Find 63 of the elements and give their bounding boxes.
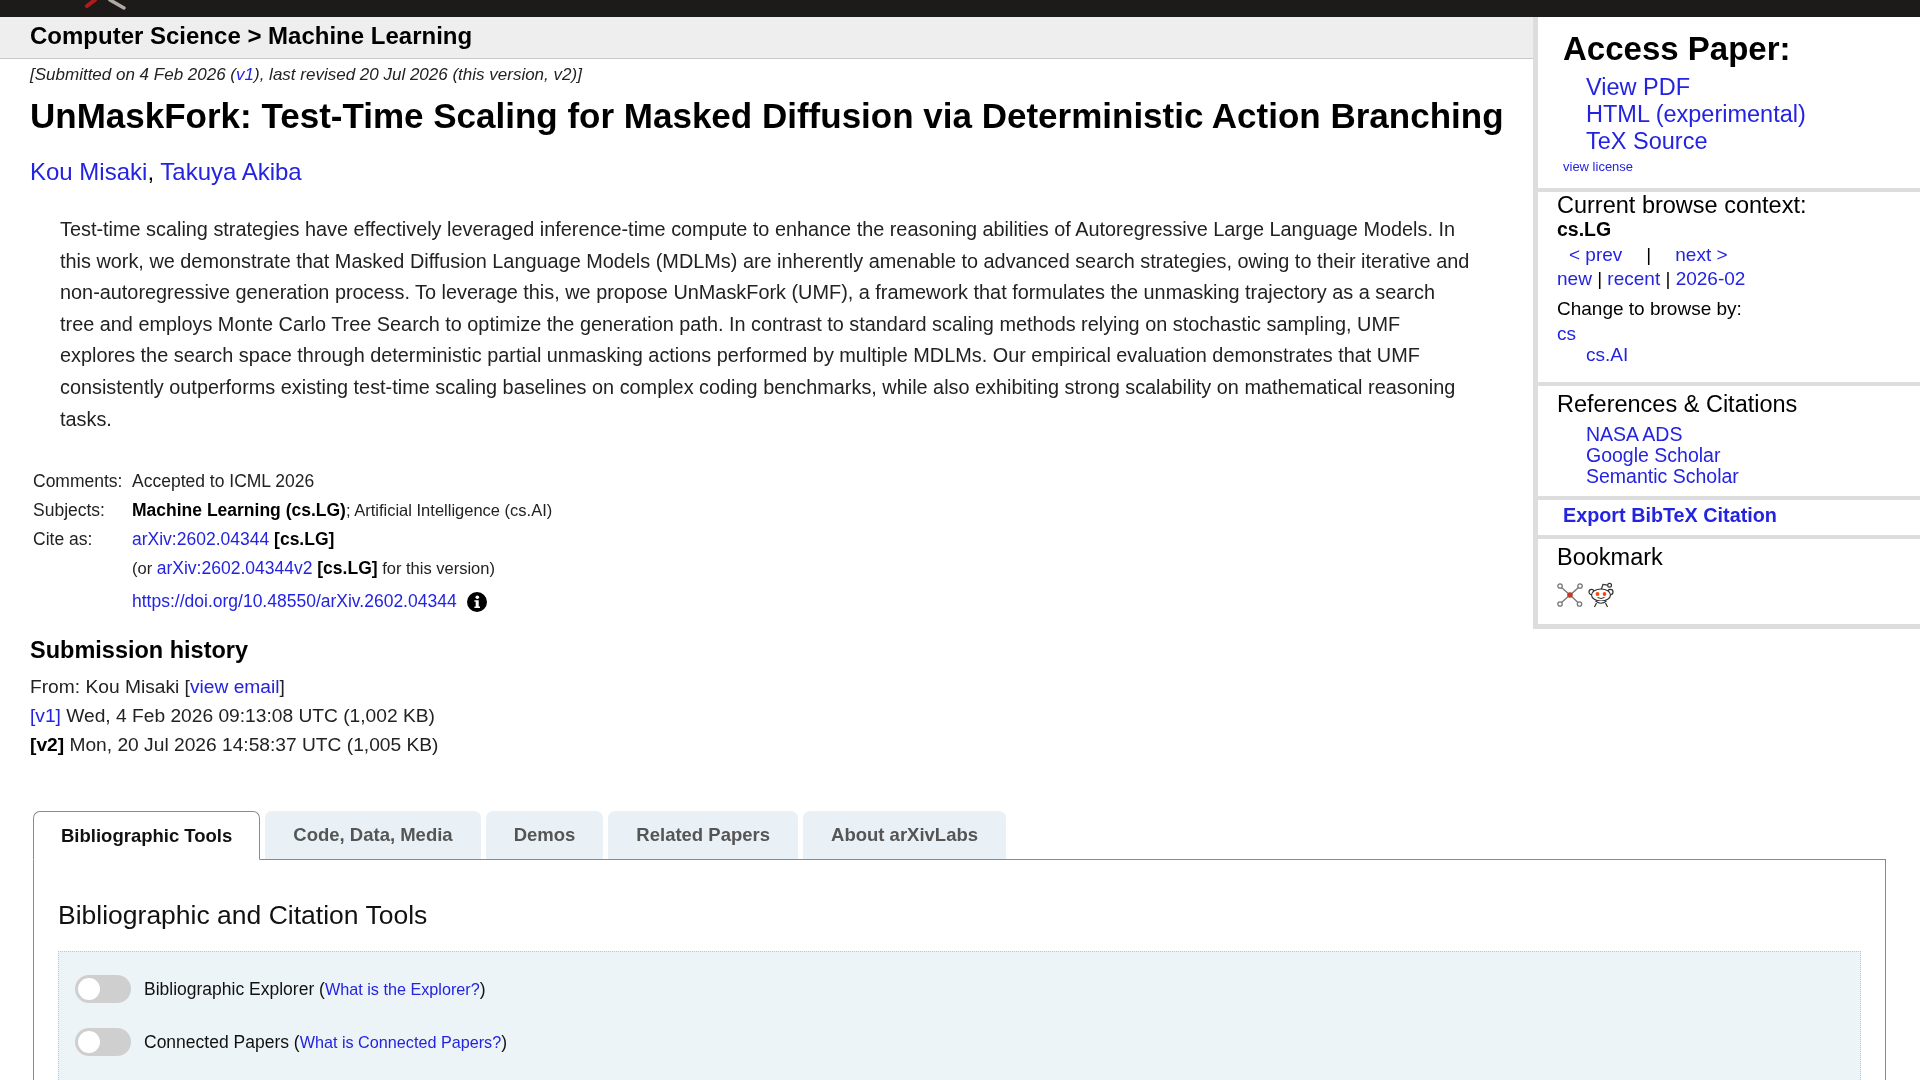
toggle-label: Connected Papers (What is Connected Papers?) (144, 1031, 508, 1053)
network-icon[interactable] (1557, 583, 1583, 607)
info-icon[interactable] (466, 591, 487, 612)
metadata-label: Subjects: (33, 500, 105, 521)
section-heading: Submission history (30, 636, 250, 665)
metadata-link[interactable]: https://doi.org/10.48550/arXiv.2602.04344 (132, 587, 457, 617)
listing-link[interactable]: 2026-02 (1675, 268, 1746, 289)
author-list: Kou Misaki, Takuya Akiba (30, 158, 1519, 186)
metadata-value: (or arXiv:2602.04344v2 [cs.LG] for this version) (132, 557, 495, 581)
export-link[interactable]: Export BibTeX Citation (1563, 504, 1777, 526)
version-entry: [v1] Wed, 4 Feb 2026 09:13:08 UTC (1,002 KB) (30, 704, 436, 729)
category-label: cs.LG (1557, 218, 1612, 240)
version-entry: [v2] Mon, 20 Jul 2026 14:58:37 UTC (1,005 KB) (30, 733, 440, 758)
help-link[interactable]: What is Connected Papers? (299, 1032, 502, 1051)
panel-heading: Bibliographic and Citation Tools (58, 899, 428, 932)
logo-icon[interactable] (84, 0, 128, 10)
section-heading: Access Paper: (1563, 31, 1791, 67)
version-link[interactable]: v1 (236, 65, 254, 84)
format-link[interactable]: TeX Source (1586, 128, 1708, 155)
browse-by-label: Change to browse by: (1557, 298, 1742, 320)
email-link[interactable]: view email (189, 676, 280, 698)
version-link[interactable]: [v1] (30, 705, 61, 727)
submitter-line: From: Kou Misaki [view email] (30, 675, 286, 700)
abstract-text: Test-time scaling strategies have effectively leveraged inference-time compute to enhance the reasoning abilities of Autoregressive Large Language Models. In this work, we demonstrate that Masked Diffusion Language Models (MDLMs) are inherently amenable to advanced search strategies, owing to their iterative and non-autoregressive generation process. To leverage this, we propose UnMaskFork (UMF), a framework that formulates the unmasking trajectory as a search tree and employs Monte Carlo Tree Search to optimize the generation path. In contrast to standard scaling methods relying on stochastic sampling, UMF explores the search space through deterministic partial unmasking actions performed by multiple MDLMs. Our empirical evaluation demonstrates that UMF consistently outperforms existing test-time scaling baselines on complex coding benchmarks, while also exhibiting strong scalability on mathematical reasoning tasks. (60, 217, 1471, 432)
author-link[interactable]: Takuya Akiba (160, 158, 302, 185)
listing-link[interactable]: new (1557, 268, 1592, 289)
listing-nav: new | recent | 2026-02 (1557, 268, 1746, 290)
metadata-link[interactable]: arXiv:2602.04344 (132, 529, 270, 550)
metadata-value: Accepted to ICML 2026 (132, 470, 315, 494)
browse-nav: < prev | next > (1568, 244, 1728, 266)
toggle-switch[interactable] (75, 975, 131, 1004)
nav-link[interactable]: next > (1675, 244, 1728, 265)
metadata-label: Cite as: (33, 529, 93, 550)
category-link[interactable]: cs.AI (1586, 344, 1629, 365)
nav-link[interactable]: < prev (1569, 244, 1623, 265)
author-link[interactable]: Kou Misaki (30, 158, 148, 185)
tab[interactable]: Demos (485, 811, 604, 860)
alien-icon[interactable] (1587, 582, 1615, 608)
section-heading: Bookmark (1557, 544, 1663, 570)
license-link[interactable]: view license (1563, 159, 1634, 175)
metadata-label: Comments: (33, 471, 123, 492)
section-heading: Current browse context: (1557, 192, 1807, 218)
citation-service-link[interactable]: Semantic Scholar (1586, 466, 1739, 487)
paper-title: UnMaskFork: Test-Time Scaling for Masked Diffusion via Deterministic Action Branching (30, 96, 1505, 136)
metadata-value: Machine Learning (cs.LG); Artificial Intelligence (cs.AI) (132, 499, 553, 523)
tab[interactable]: Bibliographic Tools (33, 811, 261, 861)
metadata-value: arXiv:2602.04344 [cs.LG] (132, 528, 335, 552)
submission-dateline: [Submitted on 4 Feb 2026 (v1), last revised 20 Jul 2026 (this version, v2)] (30, 65, 584, 85)
toggle-label: Bibliographic Explorer (What is the Explorer?) (144, 978, 486, 1000)
citation-service-link[interactable]: NASA ADS (1586, 424, 1683, 445)
toggle-switch[interactable] (75, 1028, 131, 1057)
citation-service-link[interactable]: Google Scholar (1586, 445, 1721, 466)
format-link[interactable]: HTML (experimental) (1586, 101, 1806, 128)
tab[interactable]: About arXivLabs (803, 811, 1007, 860)
breadcrumb: Computer Science > Machine Learning (30, 22, 473, 49)
help-link[interactable]: What is the Explorer? (324, 979, 480, 998)
format-link[interactable]: View PDF (1586, 74, 1691, 101)
tab[interactable]: Code, Data, Media (265, 811, 481, 860)
category-link[interactable]: cs (1557, 323, 1576, 344)
listing-link[interactable]: recent (1607, 268, 1661, 289)
section-heading: References & Citations (1557, 391, 1798, 417)
tab[interactable]: Related Papers (608, 811, 799, 860)
metadata-link[interactable]: arXiv:2602.04344v2 (156, 558, 313, 579)
